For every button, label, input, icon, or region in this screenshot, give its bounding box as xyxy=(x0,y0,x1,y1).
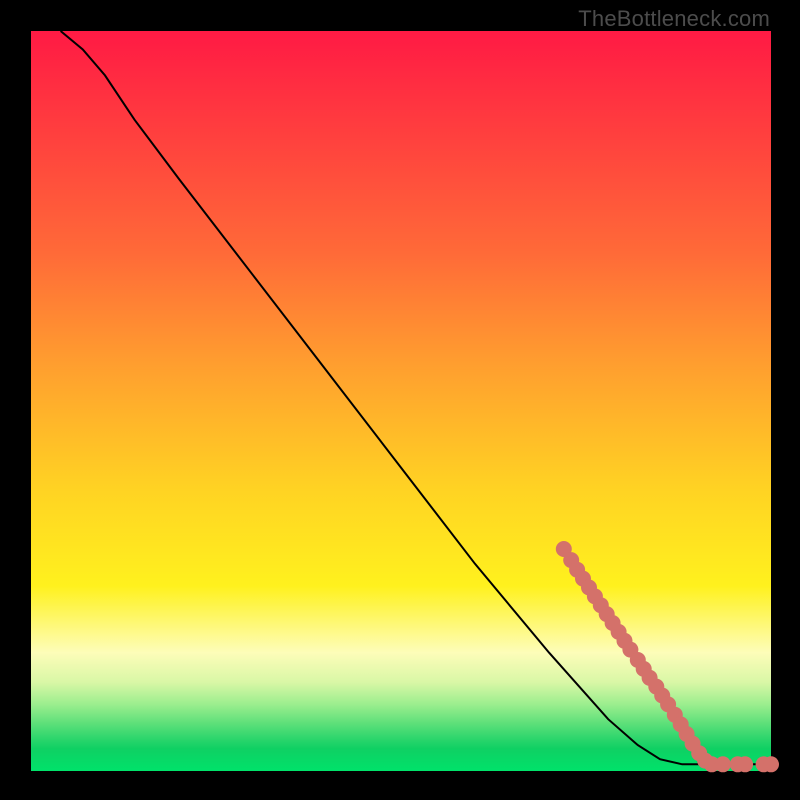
chart-frame: TheBottleneck.com xyxy=(0,0,800,800)
data-marker xyxy=(715,756,731,772)
bottleneck-curve xyxy=(61,31,771,764)
chart-overlay xyxy=(31,31,771,771)
data-marker xyxy=(737,756,753,772)
plot-area xyxy=(30,30,772,772)
data-marker xyxy=(763,756,779,772)
attribution-label: TheBottleneck.com xyxy=(578,6,770,32)
data-markers xyxy=(556,541,779,772)
